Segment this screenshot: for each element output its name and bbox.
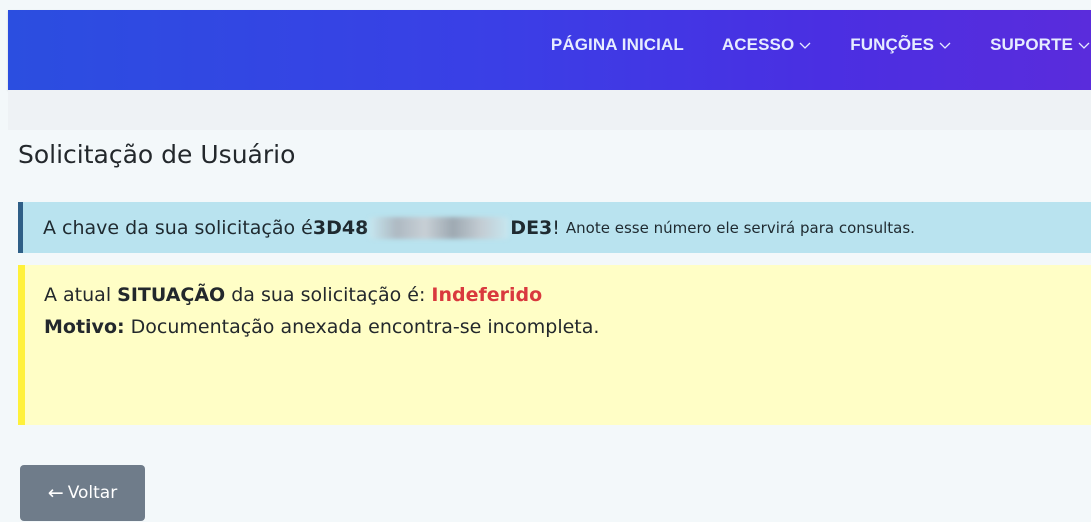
- status-alert: A atual SITUAÇÃO da sua solicitação é: I…: [18, 265, 1091, 425]
- nav-menu: PÁGINA INICIAL ACESSO FUNÇÕES SUPORTE: [551, 10, 1091, 80]
- chevron-down-icon: [1078, 42, 1090, 49]
- top-navbar: PÁGINA INICIAL ACESSO FUNÇÕES SUPORTE: [8, 10, 1091, 90]
- status-middle-text: da sua solicitação é:: [225, 284, 432, 306]
- nav-item-funcoes[interactable]: FUNÇÕES: [850, 35, 952, 55]
- key-exclaim: !: [552, 216, 560, 239]
- status-line: A atual SITUAÇÃO da sua solicitação é: I…: [44, 279, 1091, 311]
- reason-line: Motivo: Documentação anexada encontra-se…: [44, 311, 1091, 343]
- nav-item-pagina-inicial[interactable]: PÁGINA INICIAL: [551, 35, 684, 55]
- status-value: Indeferido: [431, 284, 543, 306]
- subheader-strip: [8, 90, 1091, 130]
- status-word: SITUAÇÃO: [117, 284, 226, 306]
- status-prefix-text: A atual: [44, 284, 118, 306]
- nav-item-acesso[interactable]: ACESSO: [722, 35, 812, 55]
- reason-label: Motivo:: [44, 316, 125, 338]
- back-button-label: Voltar: [67, 483, 118, 503]
- nav-item-suporte[interactable]: SUPORTE: [990, 35, 1091, 55]
- chevron-down-icon: [939, 42, 951, 49]
- request-key-alert: A chave da sua solicitação é 3D48 DE3 ! …: [18, 202, 1091, 253]
- nav-item-label: ACESSO: [721, 35, 795, 54]
- nav-item-label: FUNÇÕES: [850, 35, 935, 54]
- key-prefix-text: A chave da sua solicitação é: [43, 216, 313, 239]
- nav-item-label: SUPORTE: [990, 35, 1073, 54]
- key-note-text: Anote esse número ele servirá para consu…: [565, 218, 915, 237]
- redacted-key-segment: [369, 216, 510, 239]
- request-key-start: 3D48: [312, 216, 369, 239]
- reason-text: Documentação anexada encontra-se incompl…: [124, 316, 600, 338]
- chevron-down-icon: [799, 42, 811, 49]
- nav-item-label: PÁGINA INICIAL: [550, 35, 684, 54]
- request-key-end: DE3: [510, 216, 553, 239]
- arrow-left-icon: ←: [47, 482, 64, 504]
- page-title: Solicitação de Usuário: [18, 140, 296, 169]
- back-button[interactable]: ← Voltar: [20, 465, 145, 521]
